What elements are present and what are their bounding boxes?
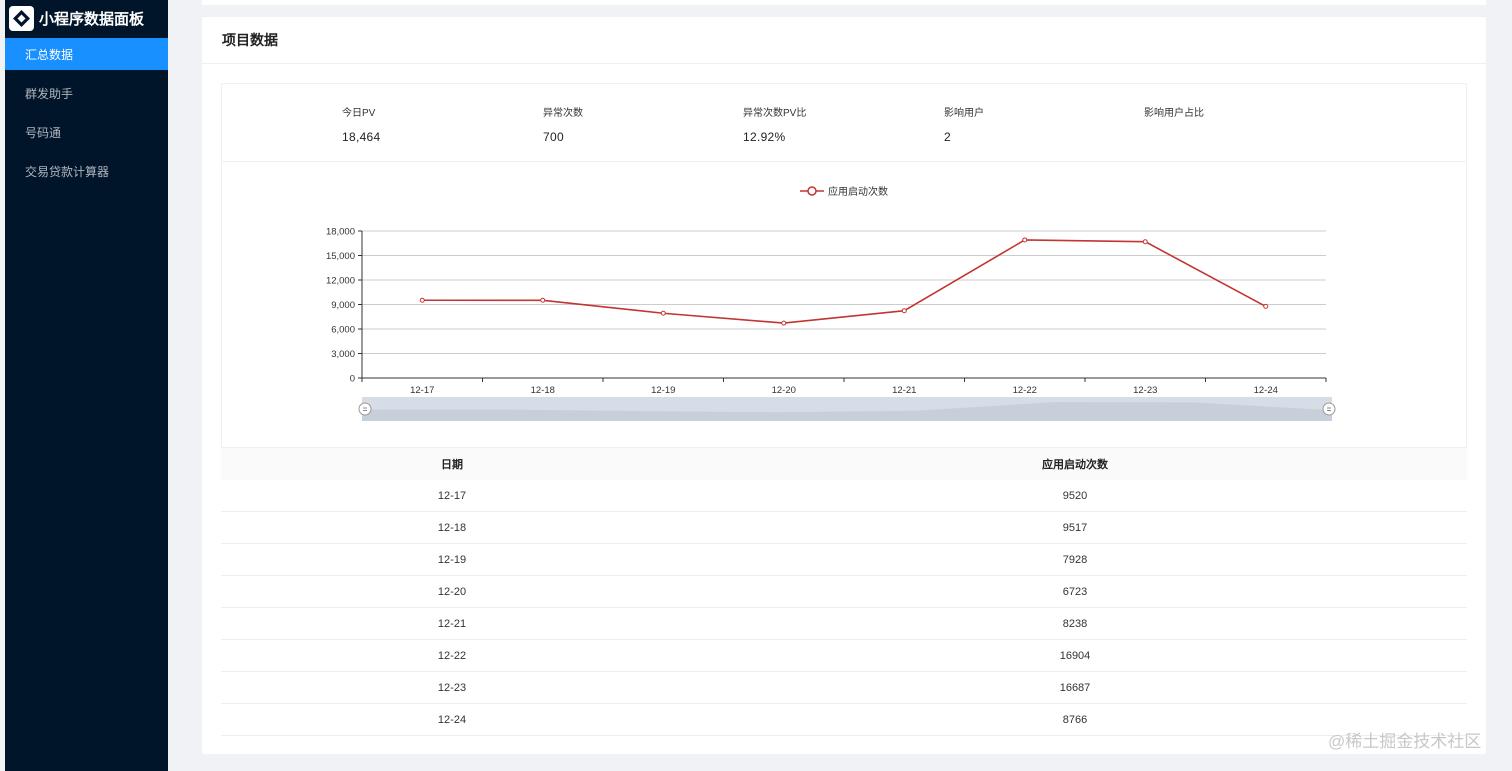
- line-chart: 应用启动次数 0 3,000 6,000 9,000 12,000 15,000 18,000…: [326, 185, 1336, 421]
- card-title: 项目数据: [202, 17, 1486, 64]
- stat-affected-users-ratio: 影响用户占比: [1144, 104, 1204, 130]
- stat-affected-users: 影响用户 2: [944, 104, 984, 144]
- x-tick-label: 12-19: [651, 385, 675, 396]
- table-row: 12-20 6723: [221, 576, 1467, 608]
- y-tick-label: 0: [350, 374, 355, 385]
- legend-marker[interactable]: [807, 186, 817, 196]
- table-row: 12-18 9517: [221, 512, 1467, 544]
- stat-label: 影响用户占比: [1144, 108, 1204, 119]
- app-title: 小程序数据面板: [39, 10, 145, 28]
- table-row: 12-17 9520: [221, 480, 1467, 512]
- stat-label: 异常次数PV比: [743, 108, 807, 119]
- table-cell-launches: 9520: [1062, 489, 1088, 502]
- datazoom-right-handle[interactable]: [1322, 402, 1336, 416]
- datazoom-left-handle[interactable]: [358, 402, 372, 416]
- sidebar-menu: 汇总数据 群发助手 号码通 交易贷款计算器: [5, 38, 168, 187]
- y-tick-label: 12,000: [326, 276, 355, 287]
- y-tick-label: 6,000: [331, 325, 355, 336]
- table-row: 12-19 7928: [221, 544, 1467, 576]
- table-cell-date: 12-17: [437, 489, 467, 502]
- y-tick-label: 3,000: [331, 349, 355, 360]
- stat-label: 异常次数: [543, 108, 583, 119]
- data-point[interactable]: [781, 320, 787, 326]
- x-tick-label: 12-21: [892, 385, 916, 396]
- project-data-card: 项目数据 今日PV 18,464 异常次数 700 异常次数PV比 12.92%…: [202, 17, 1486, 754]
- stat-label: 影响用户: [944, 108, 984, 119]
- stat-value: 2: [944, 130, 951, 144]
- brand[interactable]: 小程序数据面板: [5, 0, 168, 36]
- table-cell-launches: 8238: [1062, 617, 1088, 630]
- table-header-launches: 应用启动次数: [1042, 459, 1108, 471]
- stat-error-pv-ratio: 异常次数PV比 12.92%: [743, 104, 806, 144]
- sidebar-item-number-pass[interactable]: 号码通: [5, 116, 168, 148]
- table-header-date: 日期: [441, 459, 463, 471]
- table-cell-date: 12-19: [437, 553, 467, 566]
- x-tick-label: 12-17: [410, 385, 434, 396]
- data-point[interactable]: [419, 297, 425, 303]
- table-header: 日期 应用启动次数: [221, 448, 1467, 480]
- app-logo-icon: [9, 5, 34, 31]
- sidebar: 小程序数据面板 汇总数据 群发助手 号码通 交易贷款计算器: [5, 0, 168, 771]
- table-cell-launches: 6723: [1062, 585, 1088, 598]
- chart-container: 应用启动次数 0 3,000 6,000 9,000 12,000 15,000 18,000…: [221, 162, 1467, 448]
- y-tick-label: 9,000: [331, 300, 355, 311]
- table-cell-launches: 16687: [1059, 681, 1091, 694]
- stat-value: 18,464: [342, 130, 381, 144]
- data-point[interactable]: [1022, 237, 1028, 243]
- table-cell-date: 12-20: [437, 585, 467, 598]
- stat-value: 700: [543, 130, 564, 144]
- y-tick-label: 18,000: [326, 227, 355, 238]
- y-tick-label: 15,000: [326, 251, 355, 262]
- table-body: 12-17 9520 12-18 9517 12-19 7928 12-20 6723 12-2…: [221, 480, 1467, 736]
- data-point[interactable]: [660, 310, 666, 316]
- table-cell-launches: 9517: [1062, 521, 1088, 534]
- table-cell-launches: 7928: [1062, 553, 1088, 566]
- x-tick-label: 12-23: [1133, 385, 1157, 396]
- sidebar-item-summary[interactable]: 汇总数据: [5, 38, 168, 70]
- sidebar-item-label: 号码通: [25, 125, 62, 140]
- sidebar-item-label: 交易贷款计算器: [25, 164, 110, 179]
- legend-label[interactable]: 应用启动次数: [828, 185, 888, 198]
- table-cell-date: 12-24: [437, 713, 467, 726]
- table-cell-date: 12-23: [437, 681, 467, 694]
- x-tick-label: 12-22: [1013, 385, 1037, 396]
- watermark: @稀土掘金技术社区: [1328, 732, 1482, 751]
- x-tick-label: 12-18: [531, 385, 555, 396]
- table-row: 12-24 8766: [221, 704, 1467, 736]
- stat-value: 12.92%: [743, 130, 786, 144]
- top-card-strip: [202, 0, 1486, 5]
- sidebar-item-label: 群发助手: [25, 86, 74, 101]
- sidebar-item-loan-calculator[interactable]: 交易贷款计算器: [5, 155, 168, 187]
- data-table: 日期 应用启动次数 12-17 9520 12-18 9517 12-19 7928 12-…: [221, 448, 1467, 736]
- x-tick-label: 12-20: [772, 385, 796, 396]
- stat-today-pv: 今日PV 18,464: [342, 104, 381, 144]
- table-row: 12-21 8238: [221, 608, 1467, 640]
- data-point[interactable]: [540, 297, 546, 303]
- table-cell-date: 12-18: [437, 521, 467, 534]
- stat-error-count: 异常次数 700: [543, 104, 583, 144]
- table-cell-launches: 16904: [1059, 649, 1091, 662]
- table-cell-date: 12-22: [437, 649, 467, 662]
- stats-panel: 今日PV 18,464 异常次数 700 异常次数PV比 12.92% 影响用户…: [221, 83, 1467, 162]
- sidebar-item-label: 汇总数据: [25, 47, 74, 62]
- table-cell-date: 12-21: [437, 617, 467, 630]
- data-point[interactable]: [901, 308, 907, 314]
- sidebar-item-mass-send[interactable]: 群发助手: [5, 77, 168, 109]
- table-row: 12-23 16687: [221, 672, 1467, 704]
- x-tick-label: 12-24: [1254, 385, 1278, 396]
- stat-label: 今日PV: [342, 108, 376, 119]
- series-line: [422, 239, 1267, 324]
- data-point[interactable]: [1142, 239, 1148, 245]
- table-row: 12-22 16904: [221, 640, 1467, 672]
- data-point[interactable]: [1263, 303, 1269, 309]
